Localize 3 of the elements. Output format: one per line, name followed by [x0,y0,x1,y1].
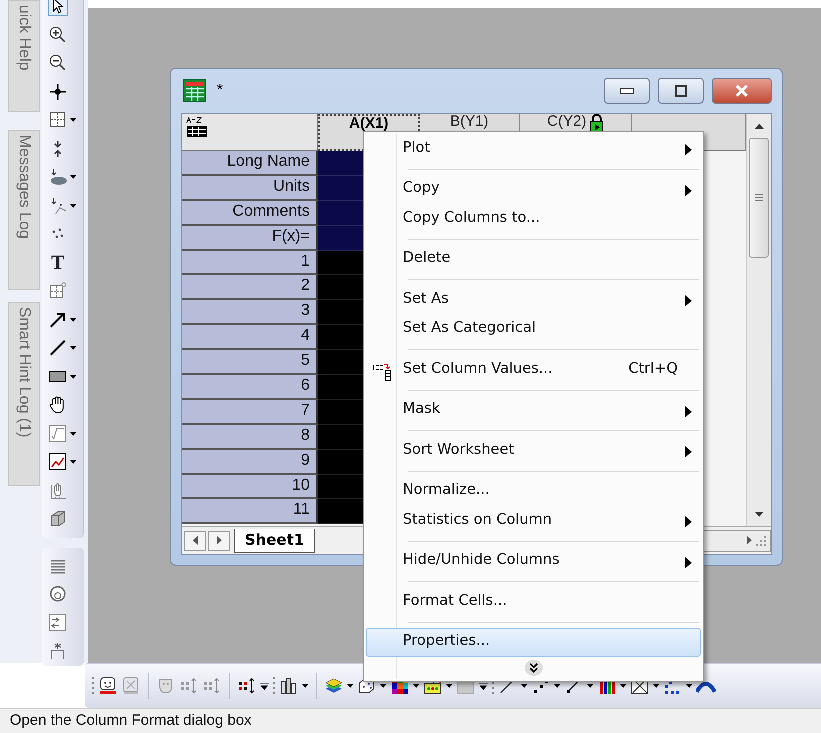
window-title: * [217,81,224,101]
shortcut-text: Ctrl+Q [628,360,678,379]
status-text: Open the Column Format dialog box [0,708,821,733]
